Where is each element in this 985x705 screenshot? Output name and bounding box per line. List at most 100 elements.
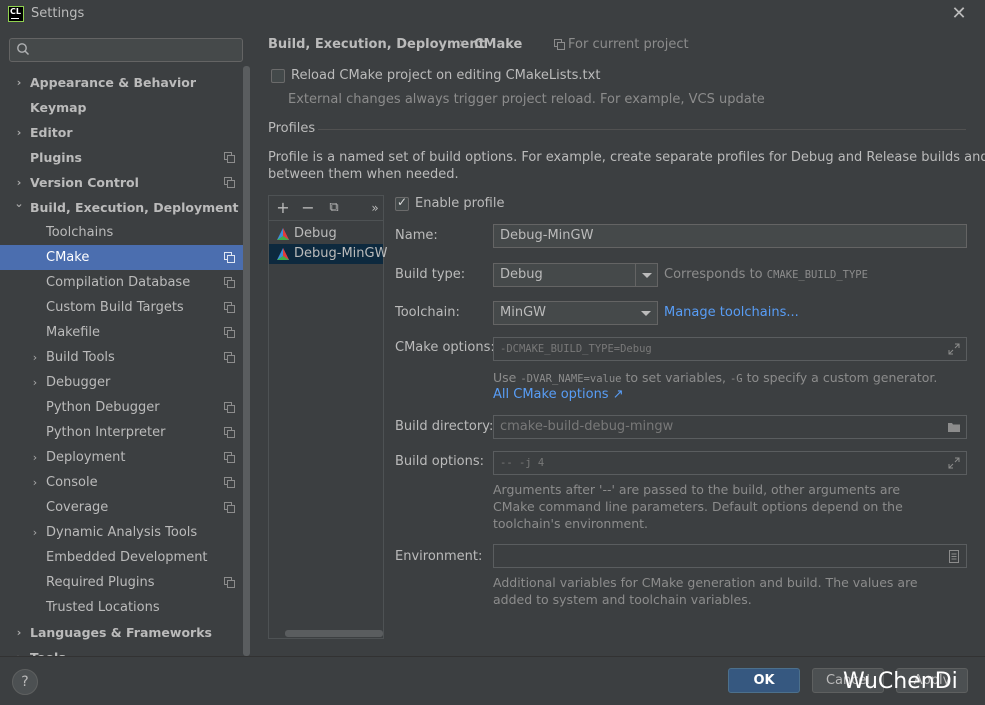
chevron-down-icon[interactable] xyxy=(635,264,657,286)
chevron-right-icon[interactable]: › xyxy=(14,645,24,656)
sidebar-item-trusted-locations[interactable]: Trusted Locations xyxy=(0,595,250,620)
sidebar-item-editor[interactable]: › Editor xyxy=(0,120,250,145)
add-profile-button[interactable]: + xyxy=(273,198,293,218)
environment-label: Environment: xyxy=(395,549,483,564)
build-type-label: Build type: xyxy=(395,267,466,282)
chevron-right-icon[interactable]: › xyxy=(30,345,40,370)
breadcrumb-current: CMake xyxy=(474,37,523,52)
sidebar-scrollbar[interactable] xyxy=(243,66,250,656)
chevron-right-icon[interactable]: › xyxy=(30,520,40,545)
build-options-field[interactable]: -- -j 4 xyxy=(493,451,967,475)
copy-profile-button[interactable]: ⧉ xyxy=(324,198,344,218)
sidebar-item-label: Version Control xyxy=(30,175,139,190)
project-scope-icon xyxy=(224,277,235,288)
sidebar-item-tools[interactable]: › Tools xyxy=(0,645,250,656)
search-input[interactable] xyxy=(36,41,236,59)
sidebar-item-keymap[interactable]: Keymap xyxy=(0,95,250,120)
chevron-right-icon[interactable]: › xyxy=(30,470,40,495)
sidebar-item-label: Deployment xyxy=(46,450,126,465)
sidebar-item-embedded-development[interactable]: Embedded Development xyxy=(0,545,250,570)
cmake-settings-panel: Build, Execution, Deployment › CMake For… xyxy=(252,30,985,656)
search-box[interactable] xyxy=(9,38,243,62)
project-scope-icon xyxy=(224,427,235,438)
build-directory-field[interactable]: cmake-build-debug-mingw xyxy=(493,415,967,439)
close-icon[interactable]: ✕ xyxy=(950,5,968,23)
sidebar-item-label: Debugger xyxy=(46,375,111,390)
enable-profile-label[interactable]: Enable profile xyxy=(415,196,504,211)
profile-name: Debug xyxy=(294,226,337,241)
sidebar-item-compilation-database[interactable]: Compilation Database xyxy=(0,270,250,295)
sidebar-item-plugins[interactable]: Plugins xyxy=(0,145,250,170)
reload-checkbox[interactable] xyxy=(271,69,285,83)
profiles-divider xyxy=(318,129,966,130)
expand-icon[interactable] xyxy=(948,457,960,469)
folder-icon[interactable] xyxy=(947,421,961,433)
cmake-options-field[interactable]: -DCMAKE_BUILD_TYPE=Debug xyxy=(493,337,967,361)
sidebar-item-cmake[interactable]: CMake xyxy=(0,245,250,270)
cmake-options-help: Use -DVAR_NAME=value to set variables, -… xyxy=(493,370,938,385)
project-scope-icon xyxy=(224,402,235,413)
ok-button[interactable]: OK xyxy=(728,668,800,693)
sidebar-item-makefile[interactable]: Makefile xyxy=(0,320,250,345)
sidebar-item-toolchains[interactable]: Toolchains xyxy=(0,220,250,245)
sidebar-item-label: Appearance & Behavior xyxy=(30,75,196,90)
chevron-down-icon[interactable]: ⌄ xyxy=(14,191,24,216)
chevron-right-icon[interactable]: › xyxy=(14,120,24,145)
sidebar-item-label: Coverage xyxy=(46,500,109,515)
help-button[interactable]: ? xyxy=(12,669,38,695)
sidebar-item-coverage[interactable]: Coverage xyxy=(0,495,250,520)
chevron-right-icon[interactable]: › xyxy=(14,70,24,95)
sidebar-item-label: Embedded Development xyxy=(46,550,208,565)
sidebar-item-python-debugger[interactable]: Python Debugger xyxy=(0,395,250,420)
document-icon[interactable] xyxy=(949,550,959,563)
more-actions-button[interactable]: » xyxy=(368,198,382,218)
expand-icon[interactable] xyxy=(948,343,960,355)
sidebar-item-python-interpreter[interactable]: Python Interpreter xyxy=(0,420,250,445)
sidebar-item-label: Python Interpreter xyxy=(46,425,166,440)
sidebar-item-label: Python Debugger xyxy=(46,400,160,415)
sidebar-item-console[interactable]: › Console xyxy=(0,470,250,495)
profiles-description-1: Profile is a named set of build options.… xyxy=(268,150,985,165)
title-bar: CL Settings ✕ xyxy=(0,0,985,30)
project-scope-icon xyxy=(224,577,235,588)
sidebar-item-version-control[interactable]: › Version Control xyxy=(0,170,250,195)
profiles-hscrollbar[interactable] xyxy=(285,630,383,637)
watermark: WuChenDi xyxy=(843,669,958,694)
toolchain-label: Toolchain: xyxy=(395,305,460,320)
reload-label[interactable]: Reload CMake project on editing CMakeLis… xyxy=(291,68,600,83)
chevron-right-icon[interactable]: › xyxy=(14,620,24,645)
toolchain-combo[interactable]: MinGW xyxy=(493,301,658,325)
sidebar-item-required-plugins[interactable]: Required Plugins xyxy=(0,570,250,595)
all-cmake-options-link[interactable]: All CMake options ↗ xyxy=(493,387,624,402)
sidebar-item-custom-build-targets[interactable]: Custom Build Targets xyxy=(0,295,250,320)
sidebar-item-build-tools[interactable]: › Build Tools xyxy=(0,345,250,370)
sidebar-item-label: Custom Build Targets xyxy=(46,300,184,315)
remove-profile-button[interactable]: − xyxy=(298,198,318,218)
settings-sidebar: › Appearance & Behavior Keymap › Editor Plugi… xyxy=(0,30,252,656)
settings-tree: › Appearance & Behavior Keymap › Editor Plugi… xyxy=(0,70,250,656)
profile-item-debug[interactable]: Debug xyxy=(269,224,383,244)
enable-profile-checkbox[interactable] xyxy=(395,195,409,211)
profile-item-debug-mingw[interactable]: Debug-MinGW xyxy=(269,244,387,264)
sidebar-item-label: Languages & Frameworks xyxy=(30,625,212,640)
sidebar-item-appearance-behavior[interactable]: › Appearance & Behavior xyxy=(0,70,250,95)
build-options-label: Build options: xyxy=(395,454,485,469)
build-type-combo[interactable]: Debug xyxy=(493,263,658,287)
chevron-right-icon[interactable]: › xyxy=(30,370,40,395)
name-field[interactable]: Debug-MinGW xyxy=(493,224,967,248)
sidebar-item-label: Required Plugins xyxy=(46,575,155,590)
sidebar-item-debugger[interactable]: › Debugger xyxy=(0,370,250,395)
sidebar-item-label: Build, Execution, Deployment xyxy=(30,200,239,215)
chevron-right-icon[interactable]: › xyxy=(30,445,40,470)
sidebar-item-deployment[interactable]: › Deployment xyxy=(0,445,250,470)
environment-field[interactable] xyxy=(493,544,967,568)
sidebar-item-label: Editor xyxy=(30,125,73,140)
sidebar-item-build-execution-deployment[interactable]: ⌄ Build, Execution, Deployment xyxy=(0,195,250,220)
scope-label: For current project xyxy=(568,37,689,52)
breadcrumb-parent[interactable]: Build, Execution, Deployment xyxy=(268,37,485,52)
sidebar-item-dynamic-analysis-tools[interactable]: › Dynamic Analysis Tools xyxy=(0,520,250,545)
name-value: Debug-MinGW xyxy=(500,228,594,243)
manage-toolchains-link[interactable]: Manage toolchains... xyxy=(664,305,799,320)
project-scope-icon xyxy=(224,177,235,188)
sidebar-item-languages-frameworks[interactable]: › Languages & Frameworks xyxy=(0,620,250,645)
